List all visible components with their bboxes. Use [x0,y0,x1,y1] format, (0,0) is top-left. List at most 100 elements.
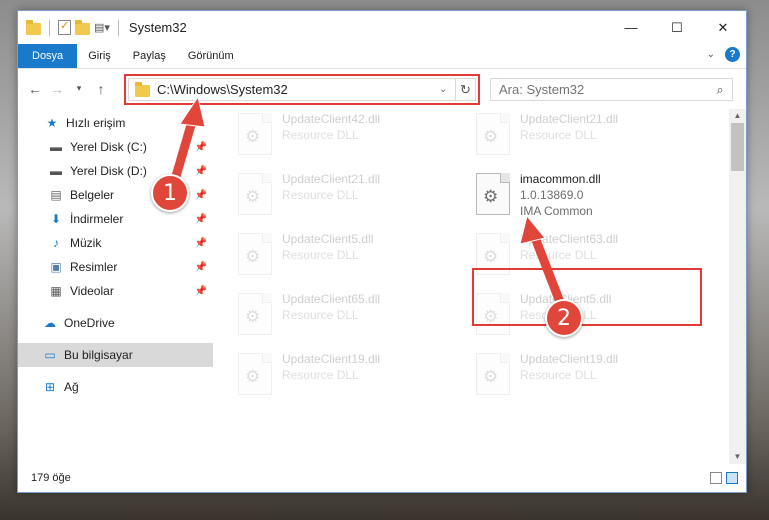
sidebar-item-this-pc[interactable]: ▭ Bu bilgisayar [18,343,213,367]
scroll-thumb[interactable] [731,123,744,171]
sidebar-item-music[interactable]: ♪ Müzik 📌 [18,231,213,255]
address-bar[interactable]: C:\Windows\System32 ⌄ ↻ [128,78,476,101]
item-count: 179 öğe [31,472,71,484]
chevron-down-icon[interactable]: ⌄ [707,49,715,60]
cloud-icon: ☁ [44,316,56,330]
gear-icon: ⚙ [483,247,499,266]
sidebar-item-quick-access[interactable]: ★ Hızlı erişim [18,111,213,135]
qa-menu-icon[interactable]: ▤▾ [94,21,110,34]
pin-icon[interactable]: 📌 [195,286,207,297]
file-name: UpdateClient21.dll [282,172,381,186]
file-list: ⚙ UpdateClient42.dll Resource DLL ⚙ Updat… [223,109,731,464]
window-controls: — ☐ ✕ [608,11,746,44]
dll-file-icon: ⚙ [238,173,272,215]
maximize-button[interactable]: ☐ [654,11,700,44]
scroll-up-icon[interactable]: ▲ [729,109,746,123]
dll-file-icon: ⚙ [476,113,510,155]
gear-icon: ⚙ [245,307,261,326]
sidebar-item-downloads[interactable]: ⬇ İndirmeler 📌 [18,207,213,231]
up-arrow-icon[interactable]: ↑ [90,81,112,97]
network-icon: ⊞ [44,380,56,394]
chevron-down-icon[interactable]: ⌄ [439,84,455,95]
file-item[interactable]: ⚙ UpdateClient63.dll Resource DLL [476,231,706,287]
recent-chevron-icon[interactable]: ▾ [68,83,90,94]
sidebar-item-onedrive[interactable]: ☁ OneDrive [18,311,213,335]
forward-arrow-icon[interactable]: → [46,81,68,97]
view-toggle [710,472,738,484]
tiles-view-icon[interactable] [726,472,738,484]
pin-icon[interactable]: 📌 [195,190,207,201]
sidebar-item-disk-c[interactable]: ▬ Yerel Disk (C:) 📌 [18,135,213,159]
star-icon: ★ [46,116,58,130]
dll-file-icon: ⚙ [476,233,510,275]
pin-icon[interactable]: 📌 [195,238,207,249]
step-badge-2: 2 [545,299,583,337]
minimize-button[interactable]: — [608,11,654,44]
file-name: UpdateClient21.dll [520,112,619,126]
sidebar-item-label: Videolar [70,284,114,298]
explorer-window: ▤▾ System32 — ☐ ✕ Dosya Giriş Paylaş Gör… [17,10,747,493]
details-view-icon[interactable] [710,472,722,484]
refresh-icon[interactable]: ↻ [455,79,475,100]
gear-icon: ⚙ [245,247,261,266]
new-folder-icon[interactable] [75,19,90,35]
pictures-icon: ▣ [50,260,62,274]
file-item[interactable]: ⚙ UpdateClient21.dll Resource DLL [238,171,468,227]
dll-file-icon: ⚙ [238,353,272,395]
gear-icon: ⚙ [483,307,499,326]
file-item[interactable]: ⚙ UpdateClient21.dll Resource DLL [476,111,706,167]
help-icon[interactable]: ? [725,47,740,62]
dll-file-icon: ⚙ [238,293,272,335]
computer-icon: ▭ [44,348,56,362]
address-path[interactable]: C:\Windows\System32 [157,82,439,97]
file-item[interactable]: ⚙ UpdateClient65.dll Resource DLL [238,291,468,347]
ribbon-right: ⌄ ? [707,47,740,62]
pin-icon[interactable]: 📌 [195,262,207,273]
sidebar-item-pictures[interactable]: ▣ Resimler 📌 [18,255,213,279]
search-box[interactable]: ⌕ [490,78,733,101]
file-item[interactable]: ⚙ UpdateClient19.dll Resource DLL [476,351,706,407]
search-icon[interactable]: ⌕ [708,82,732,98]
scroll-down-icon[interactable]: ▼ [729,450,746,464]
vertical-scrollbar[interactable]: ▲ ▼ [729,109,746,464]
tab-share[interactable]: Paylaş [122,44,177,68]
navigation-bar: ← → ▾ ↑ C:\Windows\System32 ⌄ ↻ ⌕ [18,68,746,108]
file-meta: Resource DLL [282,128,359,142]
pin-icon[interactable]: 📌 [195,214,207,225]
separator [117,19,119,36]
pin-icon[interactable]: 📌 [195,142,207,153]
file-name: UpdateClient65.dll [282,292,381,306]
file-meta: Resource DLL [282,188,359,202]
tab-file[interactable]: Dosya [18,44,78,68]
file-name: UpdateClient19.dll [282,352,381,366]
sidebar-item-label: Ağ [64,380,79,394]
separator [49,19,50,36]
file-item[interactable]: ⚙ UpdateClient5.dllResource DLL [476,291,706,347]
tab-home[interactable]: Giriş [77,44,122,68]
file-name: UpdateClient42.dll [282,112,381,126]
folder-icon[interactable] [26,19,41,35]
back-arrow-icon[interactable]: ← [24,81,46,97]
tab-view[interactable]: Görünüm [177,44,245,68]
folder-icon [135,82,150,97]
sidebar-item-network[interactable]: ⊞ Ağ [18,375,213,399]
file-item[interactable]: ⚙ UpdateClient42.dll Resource DLL [238,111,468,167]
music-icon: ♪ [53,236,59,250]
dll-file-icon: ⚙ [238,233,272,275]
file-meta: Resource DLL [282,248,359,262]
sidebar-item-label: Hızlı erişim [66,116,126,130]
close-button[interactable]: ✕ [700,11,746,44]
properties-icon[interactable] [58,19,71,35]
file-item[interactable]: ⚙ UpdateClient19.dll Resource DLL [238,351,468,407]
search-input[interactable] [499,82,708,97]
file-item[interactable]: ⚙ UpdateClient5.dllResource DLL [238,231,468,287]
file-description: IMA Common [520,204,593,218]
file-item-imacommon[interactable]: ⚙ imacommon.dll 1.0.13869.0 IMA Common [476,171,706,227]
status-bar: 179 öğe [18,464,746,492]
sidebar-item-videos[interactable]: ▦ Videolar 📌 [18,279,213,303]
gear-icon: ⚙ [483,187,499,206]
sidebar-item-label: Bu bilgisayar [64,348,133,362]
sidebar-item-label: Müzik [70,236,102,250]
pin-icon[interactable]: 📌 [195,166,207,177]
gear-icon: ⚙ [245,367,261,386]
